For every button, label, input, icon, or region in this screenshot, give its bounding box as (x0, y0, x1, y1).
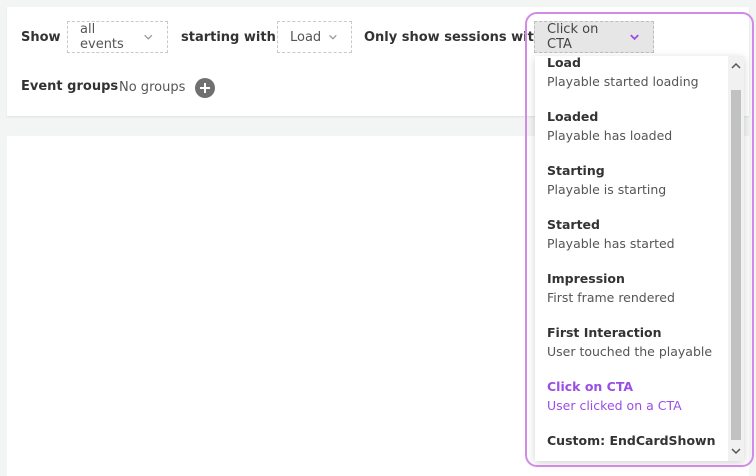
chevron-down-icon (630, 34, 639, 41)
menu-item-title: Custom: EndCardShown (547, 433, 716, 448)
starting-event-dropdown[interactable]: Load (277, 21, 352, 53)
menu-item-loaded[interactable]: Loaded Playable has loaded (535, 101, 725, 155)
add-group-button[interactable] (195, 78, 215, 98)
sessions-label: Only show sessions with: (364, 30, 549, 45)
starting-event-value: Load (290, 29, 322, 45)
menu-item-desc: Playable is starting (547, 182, 667, 197)
starting-with-label: starting with (181, 30, 276, 45)
menu-item-desc: Playable has loaded (547, 128, 673, 143)
menu-item-first-interaction[interactable]: First Interaction User touched the playa… (535, 317, 725, 371)
menu-item-desc: User touched the playable (547, 344, 713, 359)
show-label: Show (21, 30, 61, 45)
menu-list: Load Playable started loading Loaded Pla… (535, 56, 725, 461)
scroll-down-icon[interactable] (731, 446, 741, 456)
menu-item-title: Load (547, 56, 581, 70)
sessions-value: Click on CTA (547, 22, 599, 52)
menu-item-title: Click on CTA (547, 379, 634, 394)
scroll-up-icon[interactable] (731, 61, 741, 71)
menu-item-desc: User clicked on a CTA (547, 398, 682, 413)
menu-item-custom-endcardshown[interactable]: Custom: EndCardShown (535, 425, 725, 461)
menu-item-starting[interactable]: Starting Playable is starting (535, 155, 725, 209)
menu-item-started[interactable]: Started Playable has started (535, 209, 725, 263)
scrollbar-thumb[interactable] (731, 90, 741, 440)
menu-item-desc: First frame rendered (547, 290, 675, 305)
chevron-down-icon (144, 34, 153, 40)
menu-item-title: Starting (547, 163, 605, 178)
menu-item-title: Loaded (547, 109, 599, 124)
menu-item-load[interactable]: Load Playable started loading (535, 56, 725, 101)
menu-item-desc: Playable started loading (547, 74, 699, 89)
sessions-dropdown[interactable]: Click on CTA (534, 21, 654, 53)
plus-icon (200, 83, 210, 93)
sessions-dropdown-menu: Load Playable started loading Loaded Pla… (535, 56, 744, 461)
menu-item-desc: Playable has started (547, 236, 675, 251)
menu-scrollbar[interactable] (728, 56, 744, 461)
menu-item-title: Started (547, 217, 600, 232)
chevron-down-icon (329, 34, 337, 40)
event-groups-label: Event groups (21, 79, 119, 94)
menu-item-title: Impression (547, 271, 625, 286)
show-events-dropdown[interactable]: all events (67, 21, 168, 53)
menu-item-click-on-cta[interactable]: Click on CTA User clicked on a CTA (535, 371, 725, 425)
event-groups-value: No groups (119, 80, 186, 95)
show-events-value: all events (80, 22, 124, 52)
menu-item-impression[interactable]: Impression First frame rendered (535, 263, 725, 317)
menu-item-title: First Interaction (547, 325, 662, 340)
